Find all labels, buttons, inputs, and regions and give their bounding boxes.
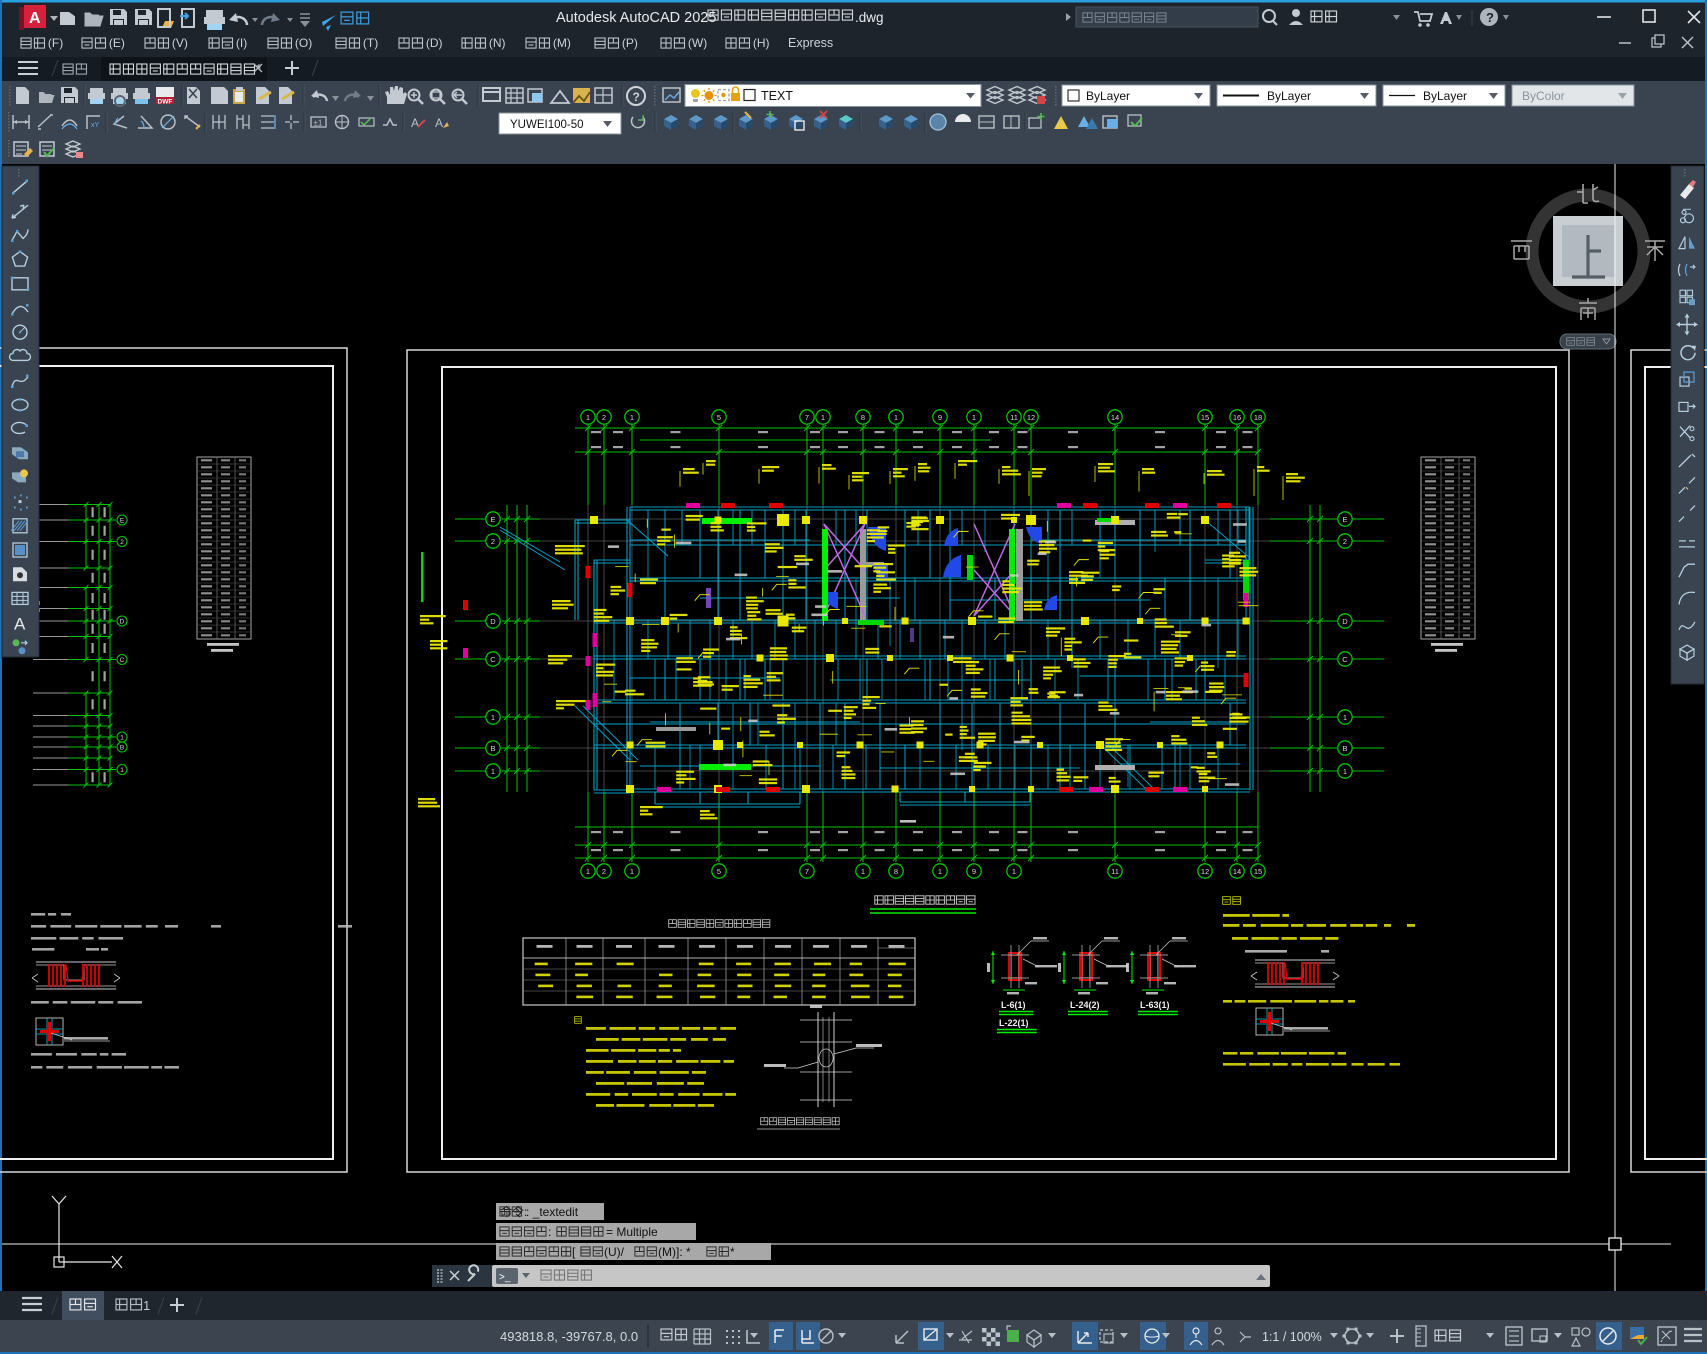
svg-text:L-24(2): L-24(2) bbox=[1070, 1000, 1100, 1010]
svg-text:C: C bbox=[120, 657, 125, 664]
svg-text:(T): (T) bbox=[363, 36, 378, 50]
svg-text:C: C bbox=[1342, 655, 1348, 664]
svg-text:1: 1 bbox=[120, 734, 124, 741]
svg-text:*: * bbox=[730, 1245, 735, 1259]
svg-text:(I): (I) bbox=[236, 36, 247, 50]
svg-text:16: 16 bbox=[1233, 413, 1241, 422]
svg-text:1: 1 bbox=[586, 413, 590, 422]
svg-text::: : bbox=[548, 1225, 551, 1239]
svg-text:12: 12 bbox=[1027, 413, 1035, 422]
svg-text:DWF: DWF bbox=[158, 99, 173, 106]
svg-text:1: 1 bbox=[938, 867, 942, 876]
svg-text:B: B bbox=[490, 744, 495, 753]
svg-text:1: 1 bbox=[972, 413, 976, 422]
svg-text:(N): (N) bbox=[489, 36, 506, 50]
svg-text:1: 1 bbox=[586, 867, 590, 876]
svg-text:(O): (O) bbox=[295, 36, 312, 50]
svg-text:(H): (H) bbox=[753, 36, 770, 50]
svg-text:A: A bbox=[435, 116, 443, 130]
svg-text:TEXT: TEXT bbox=[761, 89, 793, 103]
svg-text:(V): (V) bbox=[172, 36, 188, 50]
svg-text:5: 5 bbox=[717, 413, 721, 422]
svg-text:(M): (M) bbox=[553, 36, 571, 50]
svg-text:9: 9 bbox=[972, 867, 976, 876]
svg-text:1: 1 bbox=[821, 413, 825, 422]
svg-text:D: D bbox=[1342, 617, 1348, 626]
svg-text:14: 14 bbox=[1233, 867, 1241, 876]
svg-text:?: ? bbox=[633, 90, 640, 104]
svg-text:2: 2 bbox=[602, 413, 606, 422]
svg-text:C: C bbox=[490, 655, 496, 664]
svg-text:B: B bbox=[120, 744, 124, 751]
svg-text:xY: xY bbox=[91, 122, 100, 129]
svg-text:A: A bbox=[29, 10, 41, 27]
svg-text:1: 1 bbox=[861, 867, 865, 876]
svg-text:12: 12 bbox=[1201, 867, 1209, 876]
svg-text:ByLayer: ByLayer bbox=[1086, 89, 1130, 103]
svg-text:B: B bbox=[1342, 744, 1347, 753]
svg-text:11: 11 bbox=[1010, 413, 1018, 422]
svg-text:(F): (F) bbox=[48, 36, 63, 50]
svg-text:1: 1 bbox=[120, 767, 124, 774]
svg-text:ByLayer: ByLayer bbox=[1423, 89, 1467, 103]
svg-text:11: 11 bbox=[1111, 867, 1119, 876]
svg-text:1: 1 bbox=[491, 767, 495, 776]
svg-text:L-22(1): L-22(1) bbox=[999, 1018, 1029, 1028]
svg-text:YUWEI100-50: YUWEI100-50 bbox=[510, 119, 584, 131]
svg-text:1: 1 bbox=[1012, 867, 1016, 876]
svg-text:1: 1 bbox=[143, 1298, 150, 1313]
svg-text:1:1 / 100%: 1:1 / 100% bbox=[1262, 1330, 1322, 1344]
svg-text:L-63(1): L-63(1) bbox=[1140, 1000, 1170, 1010]
svg-text:8: 8 bbox=[894, 867, 898, 876]
svg-text:A: A bbox=[411, 116, 419, 130]
svg-text:±1: ±1 bbox=[314, 119, 323, 128]
svg-text:(D): (D) bbox=[426, 36, 443, 50]
svg-text:2: 2 bbox=[491, 537, 495, 546]
svg-text:(P): (P) bbox=[622, 36, 638, 50]
svg-text:?: ? bbox=[1486, 10, 1494, 25]
svg-text:: _textedit: : _textedit bbox=[526, 1205, 579, 1219]
svg-text:5: 5 bbox=[717, 867, 721, 876]
svg-text:1: 1 bbox=[1343, 713, 1347, 722]
svg-text:= Multiple: = Multiple bbox=[606, 1225, 658, 1239]
svg-text:2: 2 bbox=[602, 867, 606, 876]
svg-text:D: D bbox=[490, 617, 496, 626]
svg-text:Autodesk AutoCAD 2025: Autodesk AutoCAD 2025 bbox=[556, 10, 716, 26]
svg-text:18: 18 bbox=[1254, 413, 1262, 422]
svg-text:A: A bbox=[14, 615, 26, 634]
svg-text:(M)]: *: (M)]: * bbox=[658, 1245, 691, 1259]
svg-text:14: 14 bbox=[1111, 413, 1119, 422]
svg-text:2: 2 bbox=[120, 539, 124, 546]
svg-text:L-6(1): L-6(1) bbox=[1001, 1000, 1026, 1010]
svg-text:2: 2 bbox=[1343, 537, 1347, 546]
svg-text:1: 1 bbox=[1343, 767, 1347, 776]
svg-text:E: E bbox=[120, 517, 125, 524]
svg-text:ByColor: ByColor bbox=[1522, 89, 1565, 103]
svg-text:(E): (E) bbox=[109, 36, 125, 50]
svg-text:493818.8, -39767.8, 0.0: 493818.8, -39767.8, 0.0 bbox=[500, 1329, 638, 1344]
svg-text:Express: Express bbox=[788, 36, 833, 50]
svg-text:7: 7 bbox=[805, 867, 809, 876]
svg-text:(U)/: (U)/ bbox=[604, 1245, 625, 1259]
svg-text:.dwg: .dwg bbox=[855, 10, 884, 25]
svg-text:1: 1 bbox=[630, 867, 634, 876]
svg-text:1: 1 bbox=[894, 413, 898, 422]
svg-text:E: E bbox=[490, 515, 495, 524]
svg-text:D: D bbox=[120, 618, 125, 625]
svg-text:E: E bbox=[1342, 515, 1347, 524]
svg-text:1: 1 bbox=[630, 413, 634, 422]
svg-text:(W): (W) bbox=[688, 36, 707, 50]
svg-text:1: 1 bbox=[491, 713, 495, 722]
svg-text:7: 7 bbox=[805, 413, 809, 422]
svg-text:8: 8 bbox=[861, 413, 865, 422]
svg-text:15: 15 bbox=[1201, 413, 1209, 422]
svg-text:15: 15 bbox=[1254, 867, 1262, 876]
svg-text:>_: >_ bbox=[499, 1272, 511, 1283]
svg-text:ByLayer: ByLayer bbox=[1267, 89, 1311, 103]
svg-text:9: 9 bbox=[938, 413, 942, 422]
